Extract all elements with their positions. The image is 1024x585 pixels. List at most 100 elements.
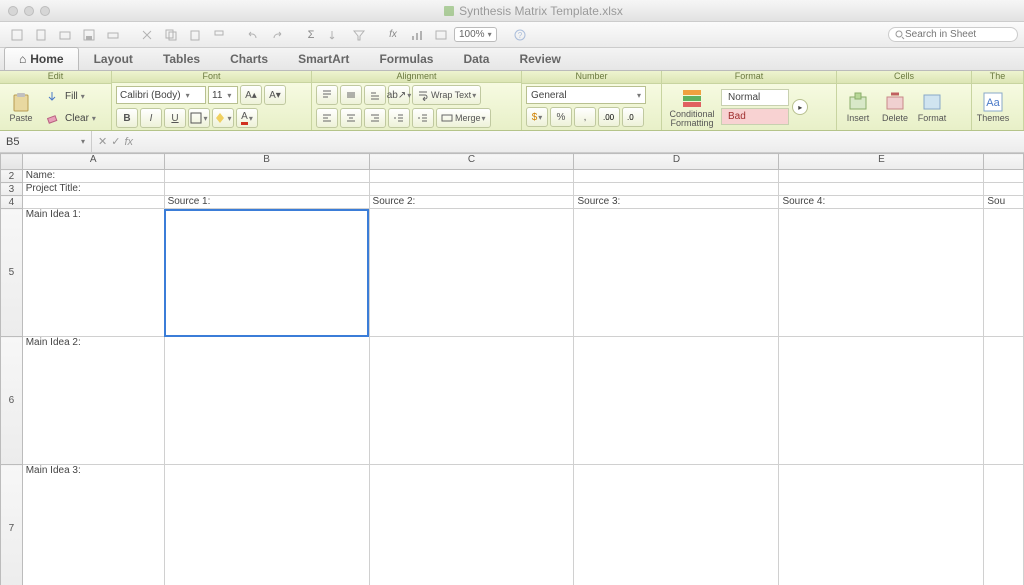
- number-format-select[interactable]: General▾: [526, 86, 646, 104]
- format-painter-icon[interactable]: [208, 25, 230, 45]
- cell-C7[interactable]: [369, 465, 574, 585]
- indent-decrease-button[interactable]: [388, 108, 410, 128]
- insert-button[interactable]: Insert: [841, 91, 875, 123]
- align-left-button[interactable]: [316, 108, 338, 128]
- cell-C6[interactable]: [369, 337, 574, 465]
- italic-button[interactable]: I: [140, 108, 162, 128]
- cell-D3[interactable]: [574, 183, 779, 196]
- autosum-icon[interactable]: Σ: [300, 25, 322, 45]
- decrease-decimal-button[interactable]: .0: [622, 107, 644, 127]
- delete-button[interactable]: Delete: [878, 91, 912, 123]
- copy-icon[interactable]: [160, 25, 182, 45]
- indent-increase-button[interactable]: [412, 108, 434, 128]
- row-header-4[interactable]: 4: [1, 196, 23, 209]
- accept-formula-icon[interactable]: ✓: [111, 135, 120, 148]
- sort-icon[interactable]: [324, 25, 346, 45]
- home-icon[interactable]: [6, 25, 28, 45]
- cell-F6[interactable]: [984, 337, 1024, 465]
- orientation-button[interactable]: ab↗▾: [388, 85, 410, 105]
- col-header-F[interactable]: [984, 154, 1024, 170]
- filter-icon[interactable]: [348, 25, 370, 45]
- clear-button[interactable]: Clear▾: [41, 108, 96, 128]
- print-icon[interactable]: [102, 25, 124, 45]
- paste-button[interactable]: Paste: [4, 91, 38, 123]
- zoom-icon[interactable]: [40, 6, 50, 16]
- percent-button[interactable]: %: [550, 107, 572, 127]
- font-size-select[interactable]: 11▾: [208, 86, 238, 104]
- cut-icon[interactable]: [136, 25, 158, 45]
- font-color-button[interactable]: A▾: [236, 108, 258, 128]
- open-icon[interactable]: [54, 25, 76, 45]
- col-header-B[interactable]: B: [164, 154, 369, 170]
- grow-font-button[interactable]: A▴: [240, 85, 262, 105]
- tab-layout[interactable]: Layout: [79, 47, 148, 70]
- row-header-2[interactable]: 2: [1, 170, 23, 183]
- merge-button[interactable]: Merge▾: [436, 108, 491, 128]
- minimize-icon[interactable]: [24, 6, 34, 16]
- font-name-select[interactable]: Calibri (Body)▾: [116, 86, 206, 104]
- cell-D5[interactable]: [574, 209, 779, 337]
- styles-more-button[interactable]: ▸: [792, 99, 808, 115]
- cell-A2[interactable]: Name:: [22, 170, 164, 183]
- cell-E5[interactable]: [779, 209, 984, 337]
- row-header-6[interactable]: 6: [1, 337, 23, 465]
- underline-button[interactable]: U: [164, 108, 186, 128]
- grid[interactable]: A B C D E 2Name: 3Project Title: 4Source…: [0, 153, 1024, 585]
- fill-button[interactable]: Fill▾: [41, 86, 96, 106]
- cancel-formula-icon[interactable]: ✕: [98, 135, 107, 148]
- select-all-corner[interactable]: [1, 154, 23, 170]
- paste-icon[interactable]: [184, 25, 206, 45]
- tab-smartart[interactable]: SmartArt: [283, 47, 364, 70]
- chart-icon[interactable]: [406, 25, 428, 45]
- wrap-text-button[interactable]: Wrap Text▾: [412, 85, 481, 105]
- col-header-A[interactable]: A: [22, 154, 164, 170]
- undo-icon[interactable]: [242, 25, 264, 45]
- cell-B4[interactable]: Source 1:: [164, 196, 369, 209]
- row-header-7[interactable]: 7: [1, 465, 23, 585]
- conditional-formatting-button[interactable]: Conditional Formatting: [666, 87, 718, 128]
- cell-D7[interactable]: [574, 465, 779, 585]
- cell-C5[interactable]: [369, 209, 574, 337]
- cell-E6[interactable]: [779, 337, 984, 465]
- tab-tables[interactable]: Tables: [148, 47, 215, 70]
- cell-A3[interactable]: Project Title:: [22, 183, 164, 196]
- cell-B3[interactable]: [164, 183, 369, 196]
- cell-E3[interactable]: [779, 183, 984, 196]
- format-button[interactable]: Format: [915, 91, 949, 123]
- cell-B5[interactable]: [164, 209, 369, 337]
- cell-B2[interactable]: [164, 170, 369, 183]
- cell-A6[interactable]: Main Idea 2:: [22, 337, 164, 465]
- cell-B6[interactable]: [164, 337, 369, 465]
- tab-charts[interactable]: Charts: [215, 47, 283, 70]
- cell-D2[interactable]: [574, 170, 779, 183]
- new-icon[interactable]: [30, 25, 52, 45]
- search-box[interactable]: [888, 27, 1018, 42]
- cell-F3[interactable]: [984, 183, 1024, 196]
- col-header-E[interactable]: E: [779, 154, 984, 170]
- cell-E7[interactable]: [779, 465, 984, 585]
- style-bad[interactable]: Bad: [721, 108, 789, 125]
- align-center-button[interactable]: [340, 108, 362, 128]
- bold-button[interactable]: B: [116, 108, 138, 128]
- cell-C2[interactable]: [369, 170, 574, 183]
- close-icon[interactable]: [8, 6, 18, 16]
- cell-C3[interactable]: [369, 183, 574, 196]
- tab-formulas[interactable]: Formulas: [364, 47, 448, 70]
- search-input[interactable]: [905, 29, 1005, 40]
- align-top-button[interactable]: [316, 85, 338, 105]
- cell-A5[interactable]: Main Idea 1:: [22, 209, 164, 337]
- help-icon[interactable]: ?: [509, 25, 531, 45]
- borders-button[interactable]: ▾: [188, 108, 210, 128]
- row-header-5[interactable]: 5: [1, 209, 23, 337]
- tab-review[interactable]: Review: [504, 47, 575, 70]
- shrink-font-button[interactable]: A▾: [264, 85, 286, 105]
- cell-E4[interactable]: Source 4:: [779, 196, 984, 209]
- row-header-3[interactable]: 3: [1, 183, 23, 196]
- cell-F7[interactable]: [984, 465, 1024, 585]
- cell-C4[interactable]: Source 2:: [369, 196, 574, 209]
- style-normal[interactable]: Normal: [721, 89, 789, 106]
- col-header-D[interactable]: D: [574, 154, 779, 170]
- cell-F4[interactable]: Sou: [984, 196, 1024, 209]
- window-controls[interactable]: [8, 6, 50, 16]
- comma-button[interactable]: ,: [574, 107, 596, 127]
